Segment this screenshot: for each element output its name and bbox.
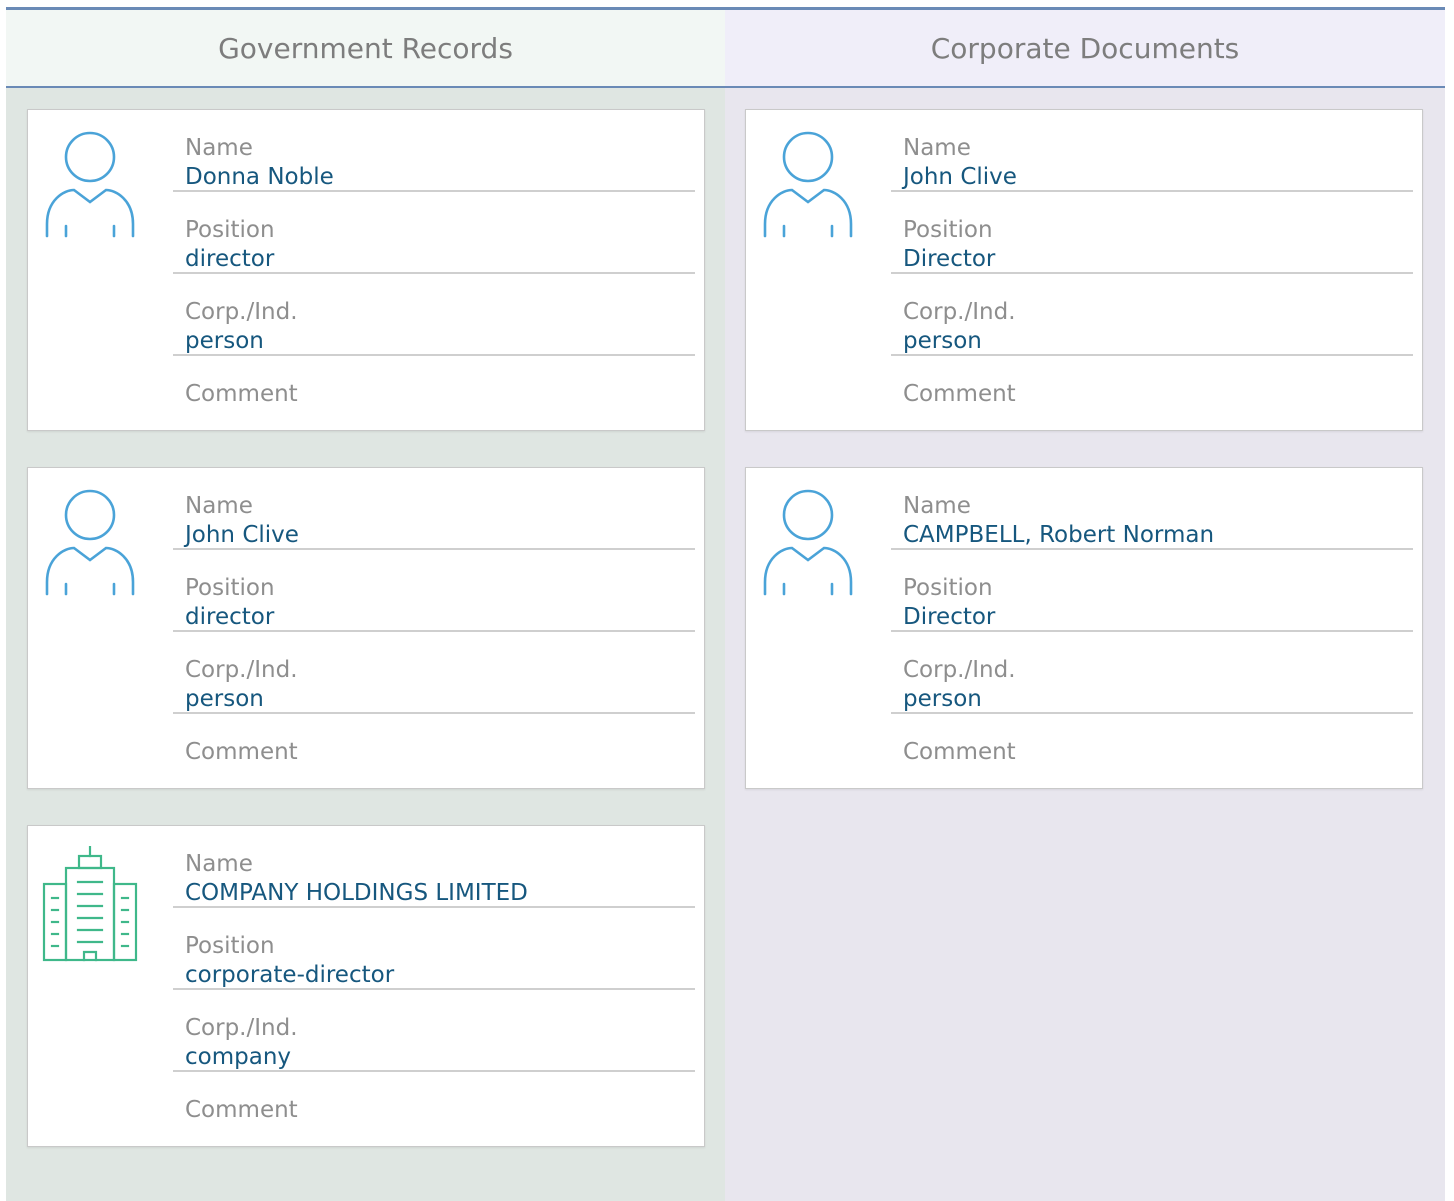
position-label: Position (903, 217, 993, 243)
corp-ind-field: Corp./Ind. person (173, 632, 695, 714)
comment-field: Comment (891, 714, 1413, 796)
comment-label: Comment (185, 381, 298, 407)
record-card[interactable]: Name John Clive Position Director Corp./… (745, 109, 1423, 431)
person-icon (42, 130, 138, 250)
name-field: Name John Clive (173, 468, 695, 550)
corp-ind-label: Corp./Ind. (903, 299, 1016, 325)
position-label: Position (185, 575, 275, 601)
corp-ind-field: Corp./Ind. company (173, 990, 695, 1072)
person-icon (760, 130, 856, 250)
position-field: Position Director (891, 192, 1413, 274)
name-value: CAMPBELL, Robert Norman (903, 522, 1215, 548)
comment-field: Comment (173, 356, 695, 438)
column-header-government-records: Government Records (6, 10, 725, 88)
corp-ind-value: company (185, 1044, 292, 1070)
record-card[interactable]: Name CAMPBELL, Robert Norman Position Di… (745, 467, 1423, 789)
position-field: Position Director (891, 550, 1413, 632)
comment-label: Comment (185, 739, 298, 765)
person-icon (760, 488, 856, 608)
name-field: Name CAMPBELL, Robert Norman (891, 468, 1413, 550)
comment-label: Comment (903, 739, 1016, 765)
name-label: Name (185, 493, 253, 519)
corp-ind-label: Corp./Ind. (185, 299, 298, 325)
name-value: John Clive (903, 164, 1017, 190)
name-label: Name (185, 135, 253, 161)
name-value: John Clive (185, 522, 299, 548)
record-card[interactable]: Name John Clive Position director Corp./… (27, 467, 705, 789)
corp-ind-field: Corp./Ind. person (891, 632, 1413, 714)
record-card[interactable]: Name Donna Noble Position director Corp.… (27, 109, 705, 431)
corp-ind-value: person (903, 328, 982, 354)
comment-field: Comment (173, 714, 695, 796)
position-label: Position (903, 575, 993, 601)
name-field: Name COMPANY HOLDINGS LIMITED (173, 826, 695, 908)
corp-ind-value: person (903, 686, 982, 712)
corp-ind-label: Corp./Ind. (903, 657, 1016, 683)
name-label: Name (903, 135, 971, 161)
position-value: director (185, 604, 275, 630)
corp-ind-label: Corp./Ind. (185, 1015, 298, 1041)
comment-field: Comment (891, 356, 1413, 438)
corp-ind-label: Corp./Ind. (185, 657, 298, 683)
record-card[interactable]: Name COMPANY HOLDINGS LIMITED Position c… (27, 825, 705, 1147)
name-label: Name (903, 493, 971, 519)
comment-label: Comment (185, 1097, 298, 1123)
name-label: Name (185, 851, 253, 877)
position-value: corporate-director (185, 962, 395, 988)
name-value: Donna Noble (185, 164, 334, 190)
corp-ind-value: person (185, 328, 264, 354)
comment-label: Comment (903, 381, 1016, 407)
name-value: COMPANY HOLDINGS LIMITED (185, 880, 528, 906)
name-field: Name John Clive (891, 110, 1413, 192)
corp-ind-value: person (185, 686, 264, 712)
position-field: Position corporate-director (173, 908, 695, 990)
name-field: Name Donna Noble (173, 110, 695, 192)
person-icon (42, 488, 138, 608)
column-header-corporate-documents: Corporate Documents (725, 10, 1445, 88)
position-label: Position (185, 217, 275, 243)
building-icon (42, 844, 138, 966)
comment-field: Comment (173, 1072, 695, 1154)
position-label: Position (185, 933, 275, 959)
position-value: Director (903, 604, 996, 630)
corp-ind-field: Corp./Ind. person (891, 274, 1413, 356)
position-value: Director (903, 246, 996, 272)
position-value: director (185, 246, 275, 272)
corp-ind-field: Corp./Ind. person (173, 274, 695, 356)
position-field: Position director (173, 192, 695, 274)
position-field: Position director (173, 550, 695, 632)
